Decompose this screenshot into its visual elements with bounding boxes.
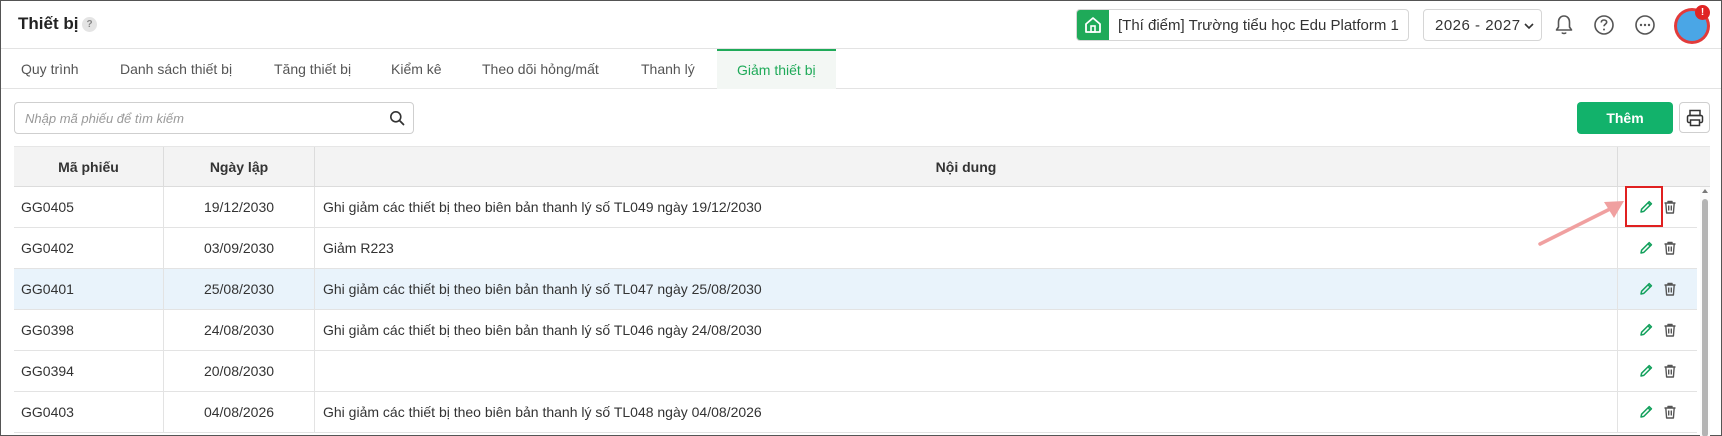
search-box xyxy=(14,102,414,134)
school-selector[interactable]: [Thí điểm] Trường tiểu học Edu Platform … xyxy=(1076,9,1409,41)
bell-icon[interactable] xyxy=(1552,13,1576,37)
printer-icon xyxy=(1686,109,1703,126)
tab-giam-thiet-bi[interactable]: Giảm thiết bị xyxy=(717,49,836,89)
row-date: 20/08/2030 xyxy=(164,351,315,391)
print-button[interactable] xyxy=(1679,102,1710,133)
trash-icon[interactable] xyxy=(1660,197,1680,217)
more-horizontal-icon[interactable] xyxy=(1633,13,1657,37)
row-date: 25/08/2030 xyxy=(164,269,315,309)
top-header: Thiết bị ? [Thí điểm] Trường tiểu học Ed… xyxy=(1,1,1721,49)
trash-icon[interactable] xyxy=(1660,320,1680,340)
tab-kiem-ke[interactable]: Kiểm kê xyxy=(371,49,462,89)
trash-icon[interactable] xyxy=(1660,361,1680,381)
row-actions xyxy=(1618,351,1697,391)
row-content: Ghi giảm các thiết bị theo biên bản than… xyxy=(315,187,1618,227)
scroll-up-arrow-icon[interactable] xyxy=(1702,189,1708,193)
trash-icon[interactable] xyxy=(1660,238,1680,258)
school-name: [Thí điểm] Trường tiểu học Edu Platform … xyxy=(1118,17,1399,34)
row-code: GG0394 xyxy=(14,351,164,391)
pencil-icon[interactable] xyxy=(1636,279,1656,299)
row-code: GG0401 xyxy=(14,269,164,309)
school-year-select[interactable]: 2026 - 2027 xyxy=(1423,9,1542,41)
search-icon[interactable] xyxy=(389,110,405,131)
row-content: Ghi giảm các thiết bị theo biên bản than… xyxy=(315,392,1618,432)
column-header-actions xyxy=(1618,147,1710,187)
pencil-icon[interactable] xyxy=(1636,402,1656,422)
row-content: Giảm R223 xyxy=(315,228,1618,268)
table-scrollbar[interactable] xyxy=(1700,187,1710,436)
row-date: 24/08/2030 xyxy=(164,310,315,350)
tab-theo-doi-hong-mat[interactable]: Theo dõi hỏng/mất xyxy=(462,49,619,89)
row-code: GG0398 xyxy=(14,310,164,350)
table-header: Mã phiếu Ngày lập Nội dung xyxy=(14,146,1710,187)
table-row[interactable]: GG0403 04/08/2026 Ghi giảm các thiết bị … xyxy=(14,392,1697,433)
column-header-code[interactable]: Mã phiếu xyxy=(14,147,164,187)
notification-badge: ! xyxy=(1695,5,1710,20)
title-help-icon[interactable]: ? xyxy=(82,17,97,32)
question-circle-icon[interactable] xyxy=(1592,13,1616,37)
home-icon xyxy=(1077,10,1109,40)
row-actions xyxy=(1618,310,1697,350)
add-button[interactable]: Thêm xyxy=(1577,102,1673,134)
search-input[interactable] xyxy=(25,103,375,133)
pencil-icon[interactable] xyxy=(1636,320,1656,340)
table-row[interactable]: GG0394 20/08/2030 xyxy=(14,351,1697,392)
tab-thanh-ly[interactable]: Thanh lý xyxy=(621,49,715,89)
table-row[interactable]: GG0405 19/12/2030 Ghi giảm các thiết bị … xyxy=(14,187,1697,228)
row-date: 03/09/2030 xyxy=(164,228,315,268)
row-content: Ghi giảm các thiết bị theo biên bản than… xyxy=(315,269,1618,309)
row-code: GG0402 xyxy=(14,228,164,268)
page-title: Thiết bị xyxy=(18,14,79,33)
app-frame: Thiết bị ? [Thí điểm] Trường tiểu học Ed… xyxy=(0,0,1722,436)
table-row[interactable]: GG0402 03/09/2030 Giảm R223 xyxy=(14,228,1697,269)
pencil-icon[interactable] xyxy=(1636,238,1656,258)
tab-quy-trinh[interactable]: Quy trình xyxy=(1,49,99,89)
row-actions xyxy=(1618,392,1697,432)
chevron-down-icon xyxy=(1523,19,1535,37)
row-content xyxy=(315,351,1618,391)
trash-icon[interactable] xyxy=(1660,279,1680,299)
tab-bar: Quy trình Danh sách thiết bị Tăng thiết … xyxy=(1,49,1721,89)
row-code: GG0403 xyxy=(14,392,164,432)
row-date: 19/12/2030 xyxy=(164,187,315,227)
table-row[interactable]: GG0398 24/08/2030 Ghi giảm các thiết bị … xyxy=(14,310,1697,351)
row-actions xyxy=(1618,269,1697,309)
column-header-content[interactable]: Nội dung xyxy=(315,147,1618,187)
scroll-thumb[interactable] xyxy=(1702,199,1708,436)
trash-icon[interactable] xyxy=(1660,402,1680,422)
column-header-date[interactable]: Ngày lập xyxy=(164,147,315,187)
slip-table: Mã phiếu Ngày lập Nội dung GG0405 19/12/… xyxy=(14,146,1710,436)
tab-danh-sach-thiet-bi[interactable]: Danh sách thiết bị xyxy=(100,49,252,89)
school-year-value: 2026 - 2027 xyxy=(1435,17,1521,34)
table-row[interactable]: GG0401 25/08/2030 Ghi giảm các thiết bị … xyxy=(14,269,1697,310)
tab-tang-thiet-bi[interactable]: Tăng thiết bị xyxy=(254,49,371,89)
row-code: GG0405 xyxy=(14,187,164,227)
annotation-arrow-icon xyxy=(1538,201,1624,246)
row-content: Ghi giảm các thiết bị theo biên bản than… xyxy=(315,310,1618,350)
row-date: 04/08/2026 xyxy=(164,392,315,432)
pencil-icon[interactable] xyxy=(1636,361,1656,381)
